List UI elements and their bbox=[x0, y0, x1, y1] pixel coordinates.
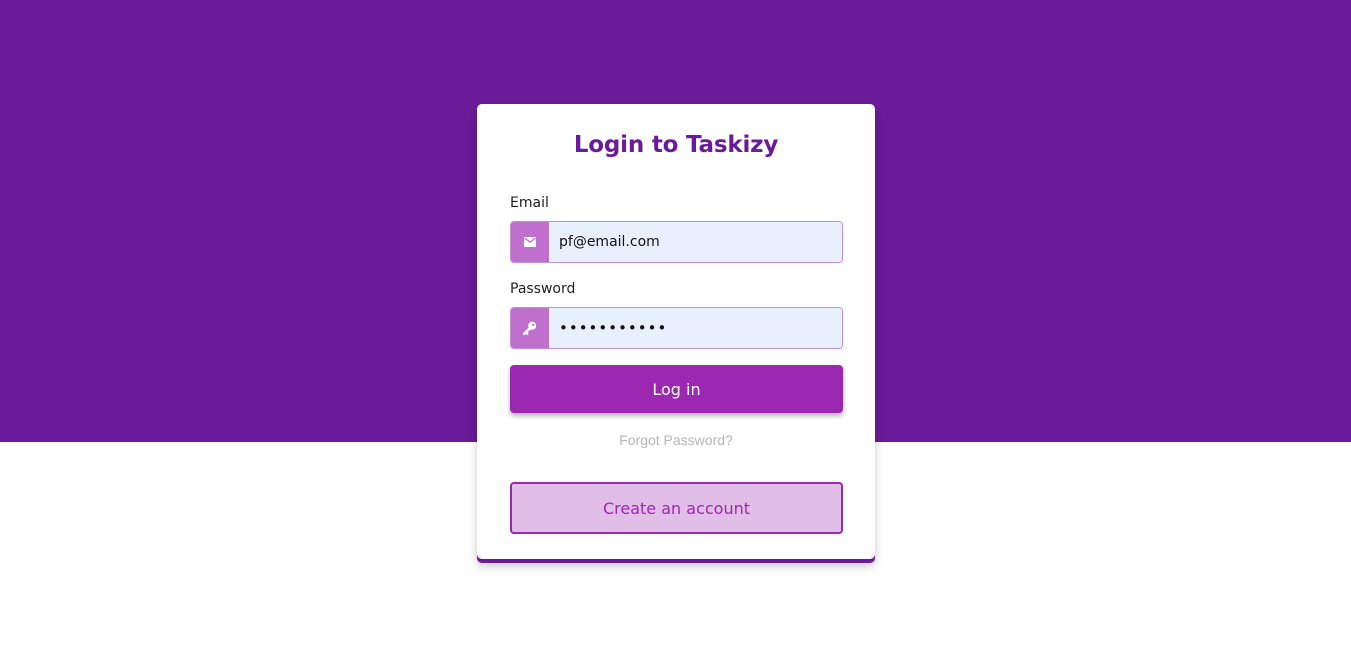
login-button[interactable]: Log in bbox=[510, 365, 843, 413]
password-input-group bbox=[510, 307, 843, 349]
password-label: Password bbox=[510, 281, 576, 297]
key-icon bbox=[511, 308, 549, 348]
create-account-button[interactable]: Create an account bbox=[510, 482, 843, 534]
email-field[interactable] bbox=[549, 222, 842, 262]
password-field[interactable] bbox=[549, 308, 842, 348]
login-card: Login to Taskizy Email Password bbox=[477, 104, 875, 559]
page-title: Login to Taskizy bbox=[573, 132, 779, 158]
email-label: Email bbox=[510, 195, 549, 211]
login-page: Login to Taskizy Email Password bbox=[0, 0, 1351, 662]
envelope-icon bbox=[511, 222, 549, 262]
email-input-group bbox=[510, 221, 843, 263]
forgot-password-link[interactable]: Forgot Password? bbox=[479, 432, 873, 448]
